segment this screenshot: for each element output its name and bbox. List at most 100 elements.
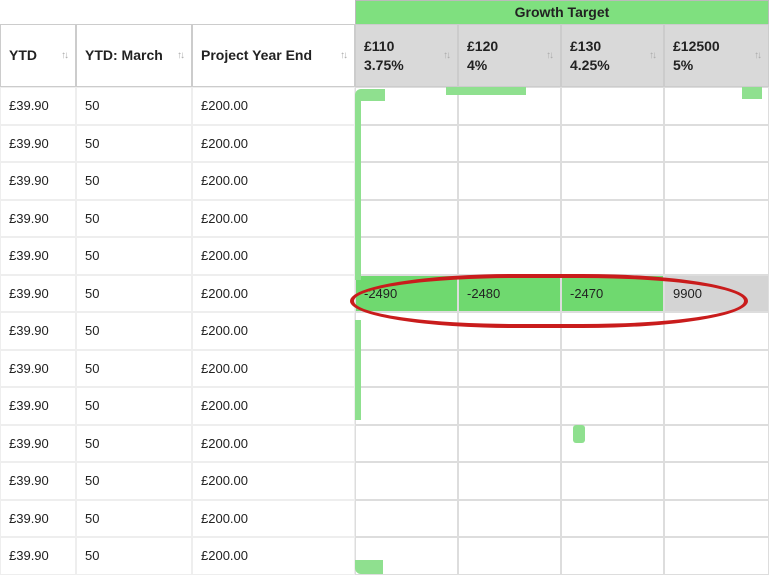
cell-ytd-march: 50 — [76, 425, 192, 463]
cell-growth-1 — [458, 162, 561, 200]
table-row: £39.9050£200.00 — [0, 500, 769, 538]
cell-growth-3 — [664, 425, 769, 463]
cell-growth-1 — [458, 387, 561, 425]
cell-ytd: £39.90 — [0, 162, 76, 200]
table-row: £39.9050£200.00 — [0, 87, 769, 125]
cell-growth-2 — [561, 162, 664, 200]
col-header-label: YTD: March — [85, 46, 173, 64]
cell-ytd-march: 50 — [76, 162, 192, 200]
cell-project-year-end: £200.00 — [192, 275, 355, 313]
table-row: £39.9050£200.00 — [0, 537, 769, 575]
cell-ytd: £39.90 — [0, 350, 76, 388]
cell-growth-1 — [458, 462, 561, 500]
sort-icon[interactable]: ↑↓ — [61, 51, 67, 61]
growth-target-header: Growth Target — [355, 0, 769, 24]
cell-project-year-end: £200.00 — [192, 125, 355, 163]
col-header-ytd[interactable]: YTD ↑↓ — [0, 24, 76, 87]
sort-icon[interactable]: ↑↓ — [546, 51, 552, 61]
cell-growth-2 — [561, 87, 664, 125]
cell-growth-1 — [458, 312, 561, 350]
cell-growth-1 — [458, 125, 561, 163]
table-header-row: YTD ↑↓ YTD: March ↑↓ Project Year End ↑↓… — [0, 24, 769, 87]
cell-growth-2 — [561, 350, 664, 388]
cell-ytd: £39.90 — [0, 462, 76, 500]
col-header-growth-3[interactable]: £12500 5% ↑↓ — [664, 24, 769, 87]
table-row: £39.9050£200.00 — [0, 350, 769, 388]
cell-growth-3 — [664, 387, 769, 425]
cell-growth-0 — [355, 387, 458, 425]
col-header-growth-2[interactable]: £130 4.25% ↑↓ — [561, 24, 664, 87]
col-header-label: £110 3.75% — [364, 37, 439, 73]
cell-project-year-end: £200.00 — [192, 237, 355, 275]
col-header-project-year-end[interactable]: Project Year End ↑↓ — [192, 24, 355, 87]
table-row: £39.9050£200.00 — [0, 125, 769, 163]
cell-growth-1 — [458, 537, 561, 575]
cell-growth-2 — [561, 425, 664, 463]
cell-growth-3 — [664, 462, 769, 500]
sort-icon[interactable]: ↑↓ — [443, 51, 449, 61]
table-row: £39.9050£200.00 — [0, 387, 769, 425]
cell-growth-1 — [458, 425, 561, 463]
cell-growth-2 — [561, 387, 664, 425]
col-header-label: YTD — [9, 46, 57, 64]
sort-icon[interactable]: ↑↓ — [649, 51, 655, 61]
cell-growth-2 — [561, 200, 664, 238]
cell-ytd: £39.90 — [0, 537, 76, 575]
cell-growth-1 — [458, 237, 561, 275]
cell-growth-3 — [664, 350, 769, 388]
cell-growth-3 — [664, 537, 769, 575]
cell-growth-1 — [458, 500, 561, 538]
cell-growth-1 — [458, 87, 561, 125]
cell-growth-0 — [355, 237, 458, 275]
cell-ytd-march: 50 — [76, 387, 192, 425]
cell-growth-0 — [355, 462, 458, 500]
sort-icon[interactable]: ↑↓ — [177, 51, 183, 61]
cell-ytd-march: 50 — [76, 200, 192, 238]
sort-icon[interactable]: ↑↓ — [340, 51, 346, 61]
cell-ytd-march: 50 — [76, 87, 192, 125]
cell-growth-0 — [355, 87, 458, 125]
cell-project-year-end: £200.00 — [192, 425, 355, 463]
cell-ytd: £39.90 — [0, 500, 76, 538]
cell-project-year-end: £200.00 — [192, 387, 355, 425]
cell-growth-3 — [664, 87, 769, 125]
cell-growth-0 — [355, 500, 458, 538]
cell-project-year-end: £200.00 — [192, 87, 355, 125]
table-row: £39.9050£200.00 — [0, 237, 769, 275]
col-header-label: £120 4% — [467, 37, 542, 73]
cell-growth-1 — [458, 350, 561, 388]
cell-growth-0 — [355, 350, 458, 388]
cell-ytd: £39.90 — [0, 387, 76, 425]
cell-project-year-end: £200.00 — [192, 162, 355, 200]
table-row: £39.9050£200.00 — [0, 462, 769, 500]
table-row: £39.9050£200.00 — [0, 200, 769, 238]
cell-growth-3: 9900 — [664, 275, 769, 313]
cell-growth-2 — [561, 537, 664, 575]
cell-growth-0 — [355, 162, 458, 200]
cell-growth-3 — [664, 237, 769, 275]
cell-growth-3 — [664, 312, 769, 350]
cell-project-year-end: £200.00 — [192, 312, 355, 350]
cell-growth-2 — [561, 125, 664, 163]
cell-ytd: £39.90 — [0, 312, 76, 350]
cell-ytd-march: 50 — [76, 275, 192, 313]
cell-growth-2 — [561, 237, 664, 275]
cell-ytd-march: 50 — [76, 125, 192, 163]
sort-icon[interactable]: ↑↓ — [754, 51, 760, 61]
cell-growth-2 — [561, 462, 664, 500]
cell-ytd: £39.90 — [0, 237, 76, 275]
col-header-ytd-march[interactable]: YTD: March ↑↓ — [76, 24, 192, 87]
table-row: £39.9050£200.00 — [0, 425, 769, 463]
col-header-label: £130 4.25% — [570, 37, 645, 73]
cell-project-year-end: £200.00 — [192, 350, 355, 388]
table-body: £39.9050£200.00£39.9050£200.00£39.9050£2… — [0, 87, 769, 575]
col-header-growth-0[interactable]: £110 3.75% ↑↓ — [355, 24, 458, 87]
cell-growth-0 — [355, 537, 458, 575]
cell-growth-2: -2470 — [561, 275, 664, 313]
cell-project-year-end: £200.00 — [192, 200, 355, 238]
cell-ytd: £39.90 — [0, 425, 76, 463]
cell-growth-3 — [664, 500, 769, 538]
cell-growth-3 — [664, 200, 769, 238]
col-header-growth-1[interactable]: £120 4% ↑↓ — [458, 24, 561, 87]
cell-growth-0 — [355, 125, 458, 163]
